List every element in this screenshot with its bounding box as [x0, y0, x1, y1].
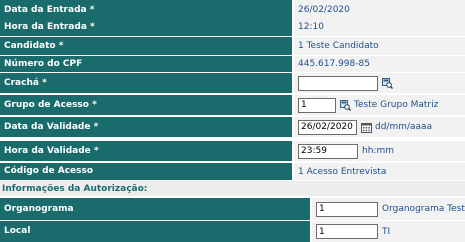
codigo-acesso-value: 1 Acesso Entrevista [294, 163, 465, 180]
data-validade-cell: dd/mm/aaaa [294, 117, 465, 137]
hora-entrada-value: 12:10 [294, 18, 465, 36]
row-data-entrada: Data da Entrada * 26/02/2020 [0, 0, 465, 20]
cpf-label: Número do CPF [0, 56, 292, 72]
codigo-acesso-label: Código de Acesso [0, 163, 292, 180]
data-entrada-value: 26/02/2020 [294, 0, 465, 20]
cracha-label: Crachá * [0, 73, 292, 93]
row-data-validade: Data da Validade * dd/mm/aaaa [0, 117, 465, 137]
row-hora-validade: Hora da Validade * hh:mm [0, 141, 465, 161]
local-input[interactable] [316, 224, 378, 239]
autorizacao-section-title: Informações da Autorização: [0, 181, 465, 196]
candidato-label: Candidato * [0, 37, 292, 55]
cracha-cell [294, 73, 465, 93]
row-cpf: Número do CPF 445.617.998-85 [0, 56, 465, 72]
organograma-cell: Organograma Teste [312, 198, 465, 220]
organograma-label: Organograma [0, 198, 310, 220]
local-label: Local [0, 221, 310, 242]
hora-validade-label: Hora da Validade * [0, 141, 292, 161]
row-organograma: Organograma Organograma Teste [0, 198, 465, 220]
hora-entrada-label: Hora da Entrada * [0, 18, 292, 36]
grupo-acesso-input[interactable] [298, 97, 336, 113]
search-lookup-icon[interactable] [382, 77, 393, 89]
row-codigo-acesso: Código de Acesso 1 Acesso Entrevista [0, 163, 465, 180]
grupo-acesso-label: Grupo de Acesso * [0, 95, 292, 115]
cracha-input[interactable] [298, 75, 378, 91]
entry-form: Data da Entrada * 26/02/2020 Hora da Ent… [0, 0, 465, 242]
row-grupo-acesso: Grupo de Acesso * Teste Grupo Matriz [0, 95, 465, 115]
data-validade-input[interactable] [298, 119, 357, 135]
hora-validade-cell: hh:mm [294, 141, 465, 161]
search-lookup-icon[interactable] [340, 99, 351, 111]
local-description: TI [382, 226, 391, 237]
data-validade-label: Data da Validade * [0, 117, 292, 137]
cpf-value: 445.617.998-85 [294, 56, 465, 72]
organograma-input[interactable] [316, 201, 378, 217]
row-candidato: Candidato * 1 Teste Candidato [0, 37, 465, 55]
organograma-description: Organograma Teste [382, 204, 465, 214]
grupo-acesso-description: Teste Grupo Matriz [354, 100, 439, 110]
candidato-value: 1 Teste Candidato [294, 37, 465, 55]
grupo-acesso-cell: Teste Grupo Matriz [294, 95, 465, 115]
data-entrada-label: Data da Entrada * [0, 0, 292, 20]
row-cracha: Crachá * [0, 73, 465, 93]
calendar-icon[interactable] [361, 122, 372, 133]
row-local: Local TI [0, 221, 465, 242]
hora-validade-input[interactable] [298, 143, 358, 159]
time-format-hint: hh:mm [362, 146, 394, 156]
date-format-hint: dd/mm/aaaa [375, 122, 433, 132]
local-cell: TI [312, 221, 465, 242]
row-hora-entrada: Hora da Entrada * 12:10 [0, 18, 465, 36]
